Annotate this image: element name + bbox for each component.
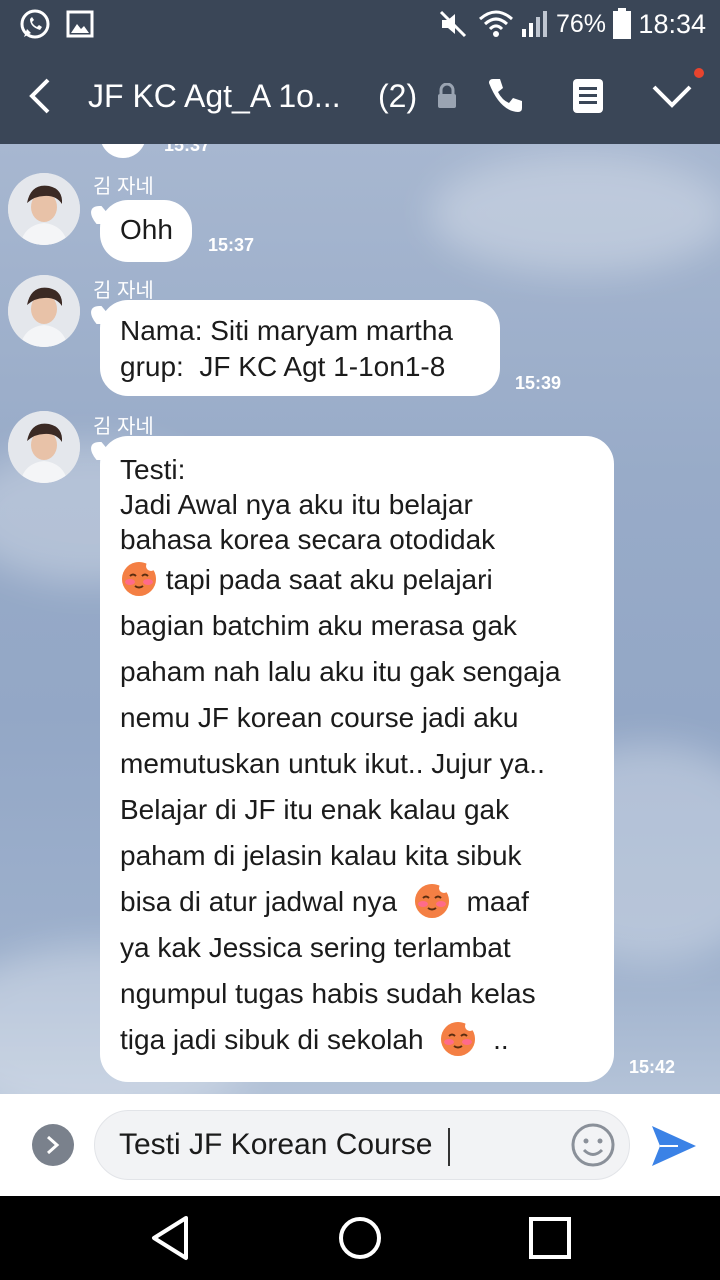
wifi-icon <box>478 0 514 48</box>
notification-dot <box>694 68 704 78</box>
message-line: .. <box>493 1024 509 1055</box>
previous-bubble <box>100 144 146 158</box>
battery-percent: 76% <box>555 9 606 38</box>
blushing-face-emoji-icon <box>439 1019 477 1057</box>
message-line: paham di jelasin kalau kita sibuk <box>120 840 522 871</box>
message-input[interactable]: Testi JF Korean Course <box>94 1110 630 1180</box>
text-cursor <box>448 1128 450 1166</box>
message-line: bisa di atur jadwal nya <box>120 886 398 917</box>
back-button[interactable] <box>14 48 64 144</box>
message-line-with-emoji: tapi pada saat aku pelajari <box>120 557 594 603</box>
chat-area[interactable]: 15:37 김 자네 Ohh 15:37 김 자네 Nama: Siti mar… <box>0 144 720 1094</box>
clock: 18:34 <box>638 8 706 39</box>
whatsapp-icon <box>18 0 52 48</box>
sender-name: 김 자네 <box>93 280 154 302</box>
message-text: Nama: Siti maryam martha grup: JF KC Agt… <box>120 315 453 382</box>
triangle-back-icon <box>152 1216 188 1260</box>
status-bar: 76% 18:34 <box>0 0 720 48</box>
notes-icon <box>573 79 603 113</box>
message-line: tapi pada saat aku pelajari <box>165 564 493 595</box>
message-input-value: Testi JF Korean Course <box>119 1128 433 1161</box>
square-recents-icon <box>529 1217 571 1259</box>
member-count: (2) <box>378 77 418 114</box>
message-line: maaf <box>466 886 529 917</box>
emoji-button[interactable] <box>570 1122 616 1168</box>
blushing-face-emoji-icon <box>413 881 451 919</box>
previous-message-time: 15:37 <box>164 144 211 155</box>
back-icon <box>29 78 50 114</box>
background-cloud <box>430 154 720 274</box>
expand-button[interactable] <box>32 1124 74 1166</box>
send-icon <box>652 1126 696 1166</box>
message-text: Ohh <box>120 214 173 245</box>
nav-recents-button[interactable] <box>490 1196 610 1280</box>
chevron-down-icon <box>652 85 692 108</box>
blushing-face-emoji-icon <box>120 559 158 597</box>
battery-icon <box>612 0 632 48</box>
message-line: paham nah lalu aku itu gak sengaja <box>120 656 561 687</box>
avatar[interactable] <box>8 411 80 483</box>
lock-icon <box>432 48 462 144</box>
call-icon <box>489 79 522 112</box>
avatar[interactable] <box>8 173 80 245</box>
sender-name: 김 자네 <box>93 416 154 438</box>
system-nav-bar <box>0 1196 720 1280</box>
nav-back-button[interactable] <box>110 1196 230 1280</box>
message-line-with-emoji: bisa di atur jadwal nya maaf <box>120 879 594 925</box>
signal-icon <box>520 0 550 48</box>
message-bubble[interactable]: Testi: Jadi Awal nya aku itu belajar bah… <box>100 436 614 1082</box>
nav-home-button[interactable] <box>300 1196 420 1280</box>
message-line: nemu JF korean course jadi aku <box>120 702 519 733</box>
message-line: Belajar di JF itu enak kalau gak <box>120 794 510 825</box>
message-line: ya kak Jessica sering terlambat <box>120 932 511 963</box>
chat-title[interactable]: JF KC Agt_A 1o... <box>88 48 341 144</box>
mute-icon <box>438 0 468 48</box>
menu-toggle-button[interactable] <box>646 48 698 144</box>
chevron-right-icon <box>47 1135 60 1155</box>
message-line: ngumpul tugas habis sudah kelas <box>120 978 536 1009</box>
message-line: memutuskan untuk ikut.. Jujur ya.. <box>120 748 545 779</box>
avatar[interactable] <box>8 275 80 347</box>
message-line: Jadi Awal nya aku itu belajar <box>120 489 473 520</box>
call-button[interactable] <box>478 48 530 144</box>
message-bubble[interactable]: Ohh <box>100 200 192 262</box>
message-line: Testi: <box>120 454 186 485</box>
smiley-icon <box>571 1123 615 1167</box>
message-line-with-emoji: tiga jadi sibuk di sekolah .. <box>120 1017 594 1063</box>
image-notification-icon <box>66 0 94 48</box>
message-time: 15:37 <box>208 235 255 255</box>
message-time: 15:39 <box>515 373 562 393</box>
sender-name: 김 자네 <box>93 176 154 198</box>
message-time: 15:42 <box>629 1057 676 1077</box>
notes-button[interactable] <box>562 48 614 144</box>
send-button[interactable] <box>648 1120 700 1172</box>
circle-home-icon <box>339 1217 381 1259</box>
message-line: tiga jadi sibuk di sekolah <box>120 1024 424 1055</box>
message-line: bahasa korea secara otodidak <box>120 524 496 555</box>
message-line: bagian batchim aku merasa gak <box>120 610 517 641</box>
message-bubble[interactable]: Nama: Siti maryam martha grup: JF KC Agt… <box>100 300 500 396</box>
chat-header: JF KC Agt_A 1o... (2) <box>0 48 720 144</box>
